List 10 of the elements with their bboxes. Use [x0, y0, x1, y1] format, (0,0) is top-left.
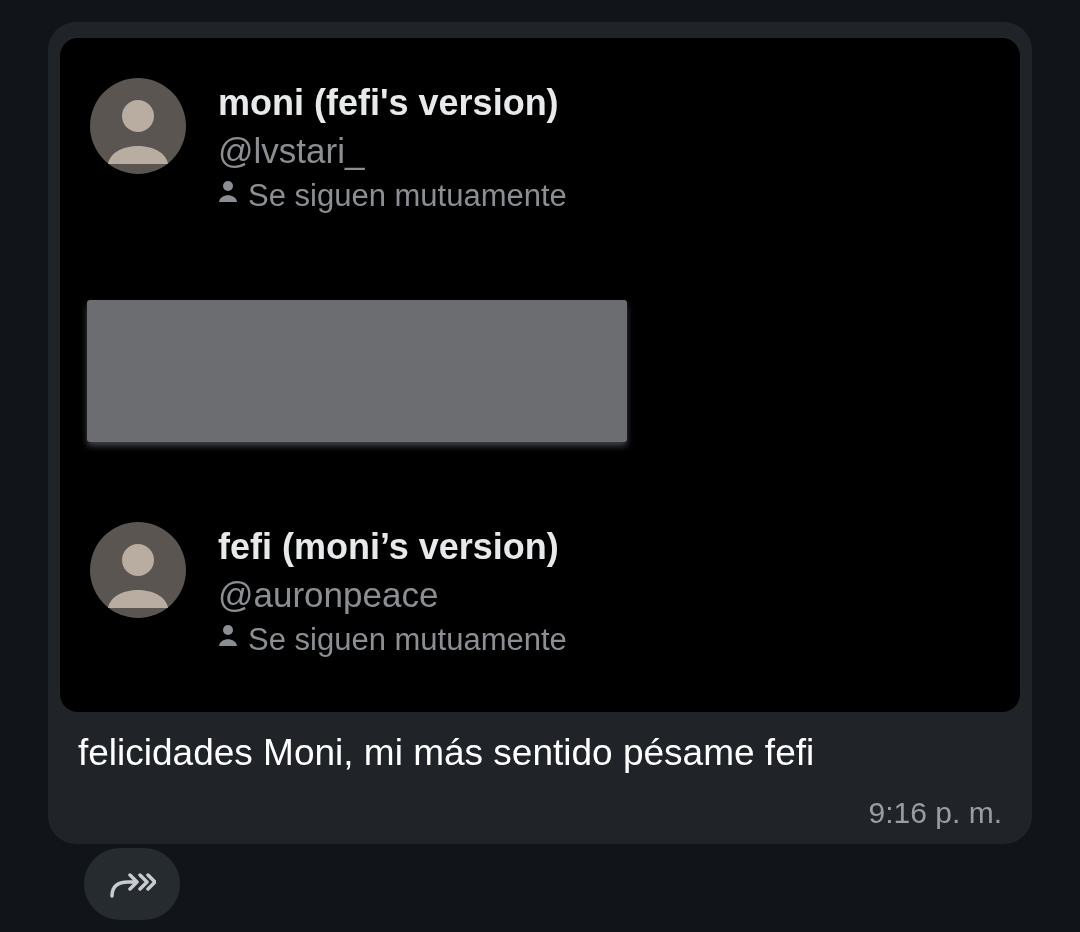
profile-handle: @auronpeace: [218, 574, 440, 616]
profile-name: moni (fefi's version): [218, 81, 560, 125]
message-time: 9:16 p. m.: [868, 796, 1002, 830]
message-text: felicidades Moni, mi más sentido pésame fefi: [77, 731, 816, 774]
relation-label: Se siguen mutuamente: [248, 178, 567, 214]
profile-name: fefi (moni’s version): [218, 525, 560, 569]
person-icon: [218, 180, 238, 202]
profile-handle: @lvstari_: [218, 130, 366, 172]
person-icon: [218, 624, 238, 646]
relation-label: Se siguen mutuamente: [248, 622, 567, 658]
